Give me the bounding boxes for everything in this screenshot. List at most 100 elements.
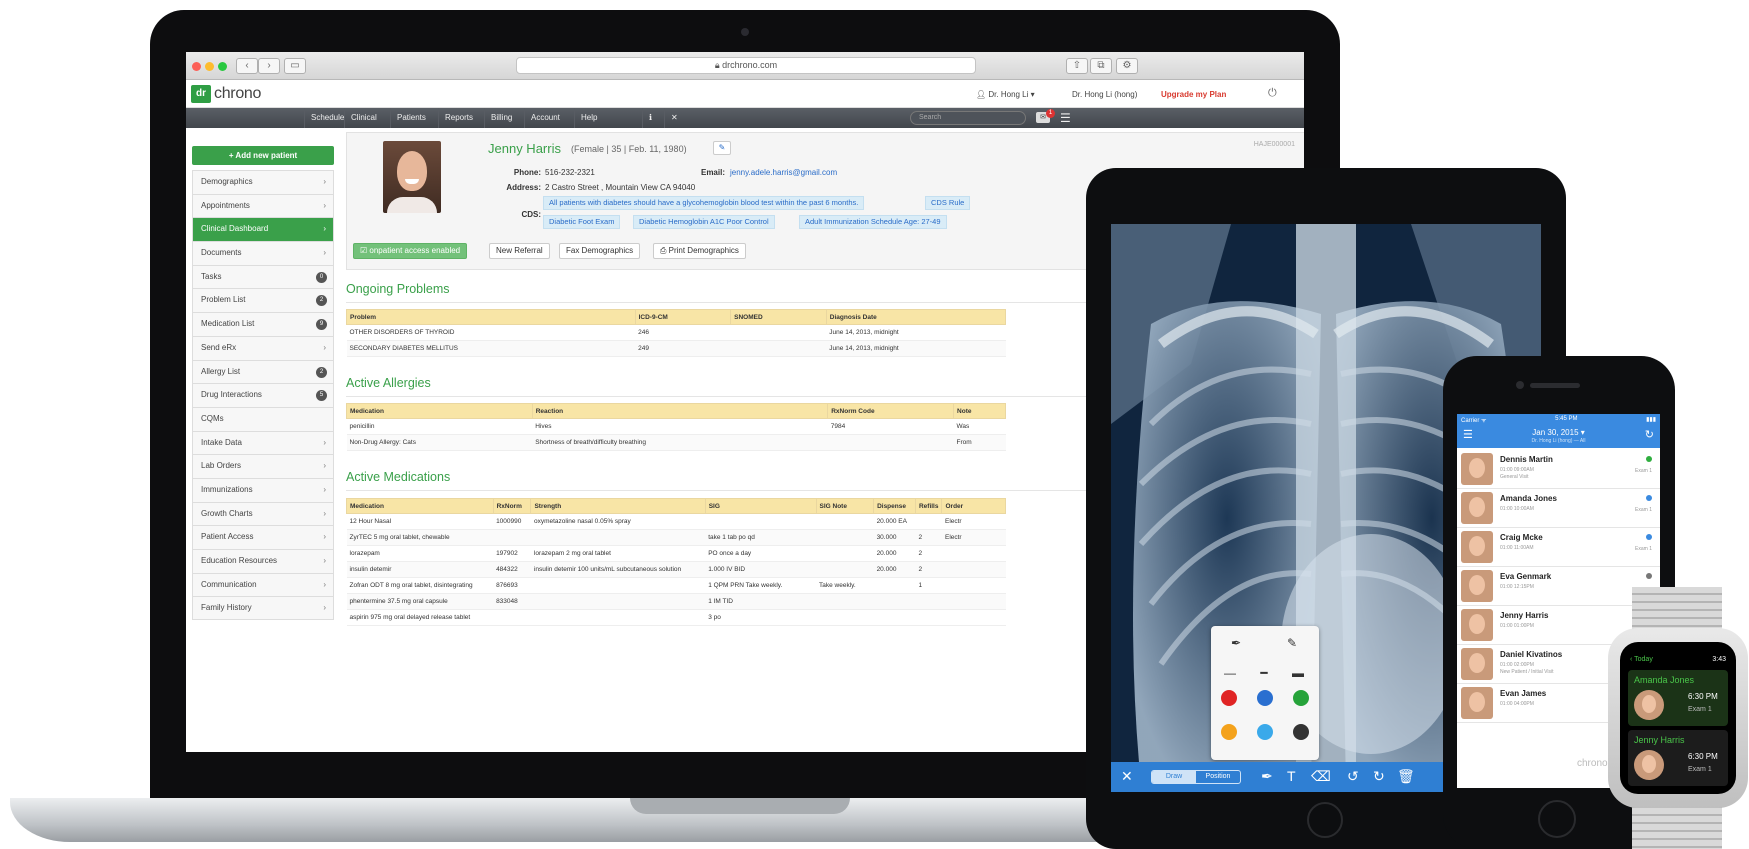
column-header[interactable]: Diagnosis Date (825, 309, 1007, 325)
patient-name[interactable]: Jenny Harris (488, 141, 561, 156)
hamburger-menu-icon[interactable]: ☰ (1060, 111, 1071, 125)
sidebar-item-immunizations[interactable]: Immunizations › (192, 477, 334, 502)
color-swatch[interactable] (1293, 724, 1309, 740)
medium-stroke-option[interactable]: ━ (1249, 660, 1279, 686)
color-swatch[interactable] (1221, 690, 1237, 706)
nav-item-billing[interactable]: Billing (484, 108, 518, 128)
forward-button[interactable]: › (258, 58, 280, 74)
close-window-button[interactable] (192, 62, 201, 71)
appointment-row[interactable]: Craig Mcke 01:00 11:00AM Exam 1 (1457, 528, 1660, 567)
table-row[interactable]: penicillin Hives 7984 Was (346, 418, 1006, 435)
trash-icon[interactable]: 🗑︎ (1397, 768, 1415, 785)
thin-stroke-option[interactable]: — (1215, 660, 1245, 686)
cds-alert[interactable]: Adult Immunization Schedule Age: 27-49 (799, 215, 947, 229)
close-icon[interactable]: ✕ (1121, 768, 1133, 785)
table-row[interactable]: insulin detemir 484322 insulin detemir 100… (346, 561, 1006, 578)
cds-alert[interactable]: CDS Rule (925, 196, 971, 210)
print-demographics-button[interactable]: ⎙ Print Demographics (653, 243, 746, 259)
sidebar-item-tasks[interactable]: Tasks 0 (192, 264, 334, 289)
table-row[interactable]: Non-Drug Allergy: Cats Shortness of breat… (346, 434, 1006, 451)
fax-demographics-button[interactable]: Fax Demographics (559, 243, 641, 259)
nav-item-reports[interactable]: Reports (438, 108, 479, 128)
sidebar-item-intake-data[interactable]: Intake Data › (192, 430, 334, 455)
thick-stroke-option[interactable]: ▬ (1283, 660, 1313, 686)
edit-pencil-icon[interactable]: ✎ (713, 141, 731, 155)
sidebar-item-documents[interactable]: Documents › (192, 241, 334, 265)
onpatient-access-button[interactable]: ☑ onpatient access enabled (353, 243, 468, 259)
column-header[interactable]: SIG (704, 498, 817, 514)
sidebar-toggle-button[interactable]: ▭ (284, 58, 306, 74)
column-header[interactable]: Medication (346, 498, 494, 514)
tabs-icon[interactable]: ⧉ (1090, 58, 1112, 74)
address-bar[interactable]: 🔒︎ drchrono.com (516, 57, 976, 74)
color-swatch[interactable] (1257, 724, 1273, 740)
pencil-tool-icon[interactable]: ✎ (1277, 630, 1307, 656)
undo-icon[interactable]: ↺ (1347, 768, 1359, 785)
sidebar-item-allergy-list[interactable]: Allergy List 2 (192, 359, 334, 384)
table-row[interactable]: OTHER DISORDERS OF THYROID 246 June 14, 20… (346, 324, 1006, 341)
phone-home-button[interactable] (1538, 800, 1576, 838)
settings-icon[interactable]: ⚙ (1116, 58, 1138, 74)
sidebar-item-drug-interactions[interactable]: Drug Interactions 5 (192, 383, 334, 407)
sidebar-item-patient-access[interactable]: Patient Access › (192, 525, 334, 549)
column-header[interactable]: Refills (914, 498, 943, 514)
nav-item-account[interactable]: Account (524, 108, 566, 128)
column-header[interactable]: Problem (346, 309, 636, 325)
column-header[interactable]: Order (941, 498, 1006, 514)
redo-icon[interactable]: ↻ (1373, 768, 1385, 785)
color-swatch[interactable] (1293, 690, 1309, 706)
column-header[interactable]: Note (953, 403, 1006, 419)
column-header[interactable]: Reaction (531, 403, 829, 419)
appointment-row[interactable]: Amanda Jones 01:00 10:00AM Exam 1 (1457, 489, 1660, 528)
nav-search-input[interactable]: Search (910, 111, 1026, 125)
user-menu[interactable]: 👤︎ Dr. Hong Li ▾ (976, 90, 1035, 99)
pen-icon[interactable]: ✒ (1261, 768, 1273, 785)
watch-back-link[interactable]: ‹ Today (1630, 656, 1653, 663)
back-button[interactable]: ‹ (236, 58, 258, 74)
nav-item-info-icon[interactable]: ℹ (642, 108, 658, 128)
cds-alert[interactable]: Diabetic Foot Exam (543, 215, 621, 229)
tablet-home-button[interactable] (1307, 802, 1343, 838)
column-header[interactable]: RxNorm (492, 498, 532, 514)
power-icon[interactable]: ⏻ (1268, 87, 1277, 100)
column-header[interactable]: ICD-9-CM (634, 309, 732, 325)
watch-appointment-card[interactable]: Jenny Harris 6:30 PM Exam 1 (1628, 730, 1728, 786)
table-row[interactable]: ZyrTEC 5 mg oral tablet, chewable take 1 … (346, 529, 1006, 546)
pen-tool-icon[interactable]: ✒ (1221, 630, 1251, 656)
sidebar-item-family-history[interactable]: Family History › (192, 596, 334, 621)
sidebar-item-education-resources[interactable]: Education Resources › (192, 549, 334, 573)
sidebar-item-send-erx[interactable]: Send eRx › (192, 335, 334, 360)
sidebar-item-appointments[interactable]: Appointments › (192, 193, 334, 218)
sidebar-item-medication-list[interactable]: Medication List 9 (192, 312, 334, 336)
email-link[interactable]: jenny.adele.harris@gmail.com (730, 168, 837, 177)
text-tool-icon[interactable]: T (1287, 768, 1296, 784)
color-swatch[interactable] (1221, 724, 1237, 740)
watch-appointment-card[interactable]: Amanda Jones 6:30 PM Exam 1 (1628, 670, 1728, 726)
table-row[interactable]: 12 Hour Nasal 1000990 oxymetazoline nasal … (346, 513, 1006, 530)
sidebar-item-clinical-dashboard[interactable]: Clinical Dashboard › (192, 217, 334, 242)
sidebar-item-problem-list[interactable]: Problem List 2 (192, 288, 334, 313)
nav-item-help[interactable]: Help (574, 108, 603, 128)
table-row[interactable]: SECONDARY DIABETES MELLITUS 249 June 14, 2… (346, 340, 1006, 357)
cds-alert[interactable]: All patients with diabetes should have a… (543, 196, 865, 210)
nav-item-clinical[interactable]: Clinical (344, 108, 383, 128)
column-header[interactable]: Medication (346, 403, 533, 419)
column-header[interactable]: Strength (530, 498, 706, 514)
column-header[interactable]: Dispense (873, 498, 916, 514)
table-row[interactable]: aspirin 975 mg oral delayed release tabl… (346, 609, 1006, 626)
position-mode-tab[interactable]: Position (1196, 771, 1240, 783)
sidebar-item-growth-charts[interactable]: Growth Charts › (192, 501, 334, 526)
sidebar-item-lab-orders[interactable]: Lab Orders › (192, 454, 334, 478)
nav-item-close-icon[interactable]: ✕ (664, 108, 684, 128)
logo-mark[interactable]: dr (191, 85, 211, 103)
appointment-row[interactable]: Eva Genmark 01:00 12:15PM (1457, 567, 1660, 606)
table-row[interactable]: lorazepam 197902 lorazepam 2 mg oral table… (346, 545, 1006, 562)
eraser-icon[interactable]: ⌫ (1311, 768, 1331, 785)
schedule-date-picker[interactable]: Jan 30, 2015 ▾ (1457, 428, 1660, 437)
table-row[interactable]: Zofran ODT 8 mg oral tablet, disintegrat… (346, 577, 1006, 594)
cds-alert[interactable]: Diabetic Hemoglobin A1C Poor Control (633, 215, 775, 229)
zoom-window-button[interactable] (218, 62, 227, 71)
appointment-row[interactable]: Dennis Martin 01:00 09:00AM General Visit E… (1457, 450, 1660, 489)
minimize-window-button[interactable] (205, 62, 214, 71)
column-header[interactable]: SIG Note (815, 498, 875, 514)
